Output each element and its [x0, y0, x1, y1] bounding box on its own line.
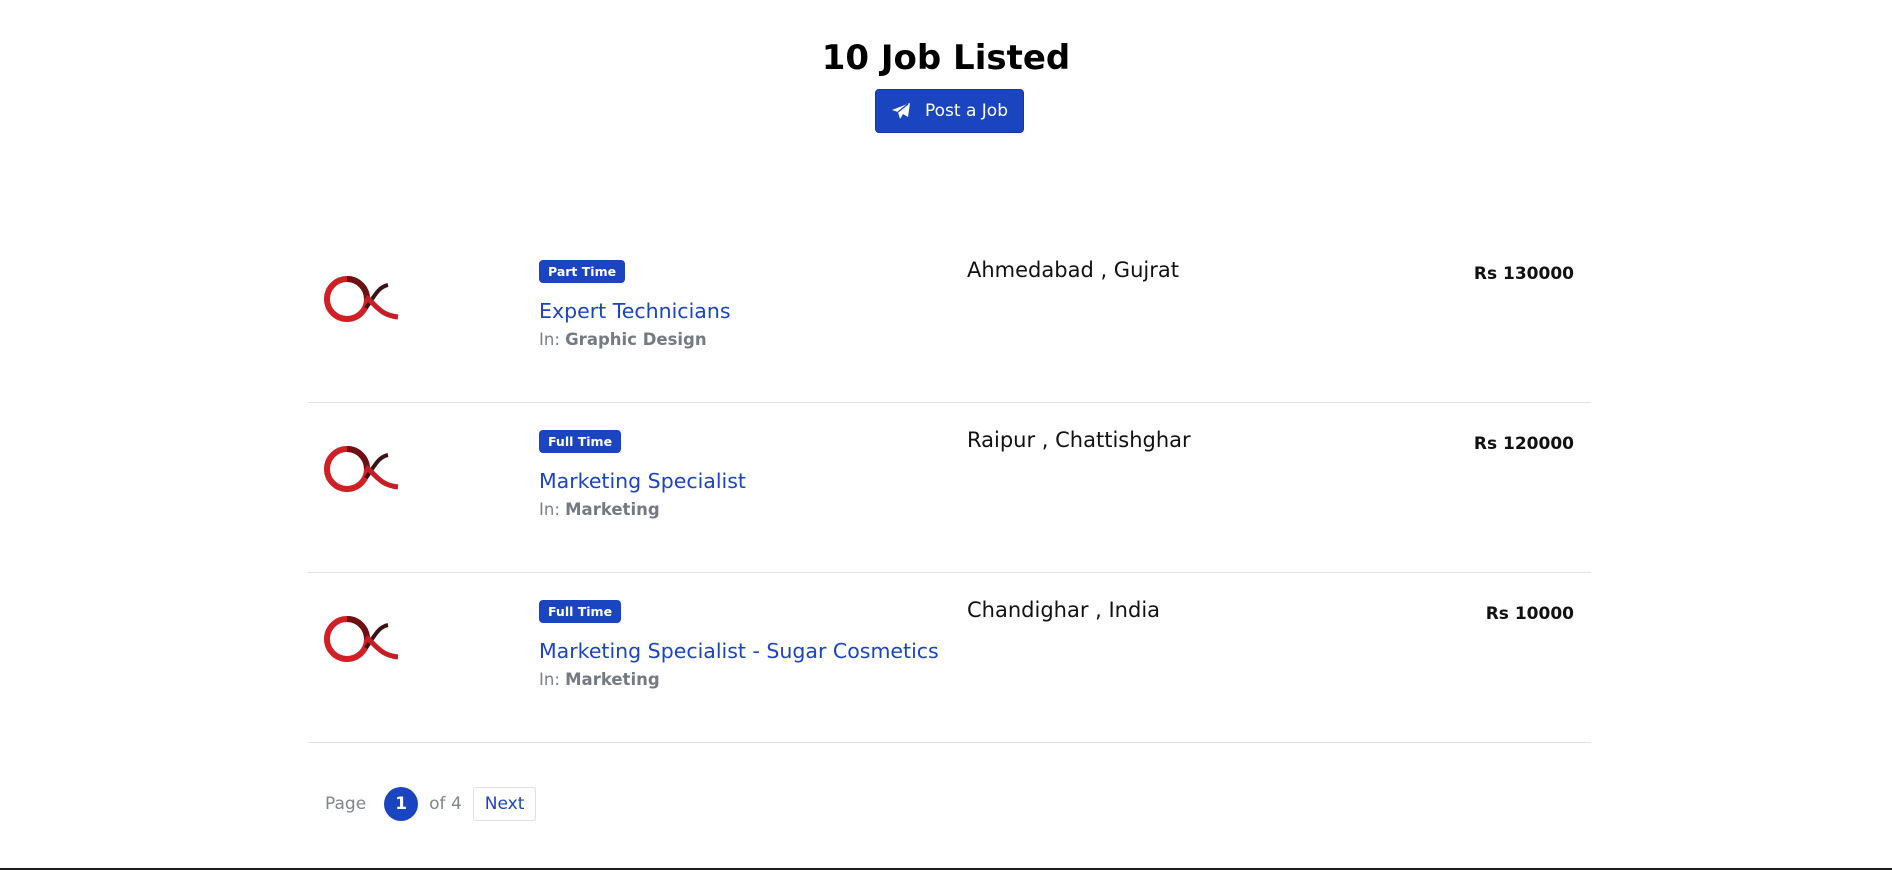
category-prefix: In:	[539, 330, 560, 349]
page-label: Page	[325, 794, 367, 814]
page-title: 10 Job Listed	[821, 38, 1071, 78]
post-job-button[interactable]: Post a Job	[875, 89, 1024, 133]
company-logo-icon	[324, 613, 400, 665]
job-salary: Rs 120000	[1473, 434, 1574, 454]
job-category: In: Graphic Design	[539, 330, 707, 349]
job-type-badge: Part Time	[539, 260, 626, 283]
job-row: Part Time Expert Technicians In: Graphic…	[308, 233, 1591, 403]
job-title-link[interactable]: Marketing Specialist - Sugar Cosmetics	[539, 639, 939, 663]
job-row: Full Time Marketing Specialist In: Marke…	[308, 403, 1591, 573]
current-page-button[interactable]: 1	[384, 787, 419, 821]
post-job-label: Post a Job	[925, 101, 1008, 121]
category-prefix: In:	[539, 500, 560, 519]
pagination: Page 1 of 4 Next	[325, 787, 537, 821]
job-category: In: Marketing	[539, 500, 660, 519]
job-salary: Rs 130000	[1473, 264, 1574, 284]
job-category: In: Marketing	[539, 670, 660, 689]
job-title-link[interactable]: Marketing Specialist	[539, 469, 746, 493]
category-prefix: In:	[539, 670, 560, 689]
next-page-button[interactable]: Next	[472, 787, 537, 821]
page-total-label: of 4	[429, 794, 462, 814]
category-name: Marketing	[565, 500, 660, 519]
job-title-link[interactable]: Expert Technicians	[539, 299, 731, 323]
job-salary: Rs 10000	[1485, 604, 1574, 624]
company-logo-icon	[324, 443, 400, 495]
job-location: Chandighar , India	[967, 598, 1161, 622]
job-location: Ahmedabad , Gujrat	[967, 258, 1179, 282]
job-location: Raipur , Chattishghar	[967, 428, 1191, 452]
job-row: Full Time Marketing Specialist - Sugar C…	[308, 573, 1591, 743]
job-list: Part Time Expert Technicians In: Graphic…	[308, 233, 1591, 743]
category-name: Marketing	[565, 670, 660, 689]
category-name: Graphic Design	[565, 330, 707, 349]
page-header: 10 Job Listed	[0, 36, 1892, 80]
paper-plane-icon	[891, 102, 911, 120]
job-type-badge: Full Time	[539, 430, 622, 453]
company-logo-icon	[324, 273, 400, 325]
job-type-badge: Full Time	[539, 600, 622, 623]
